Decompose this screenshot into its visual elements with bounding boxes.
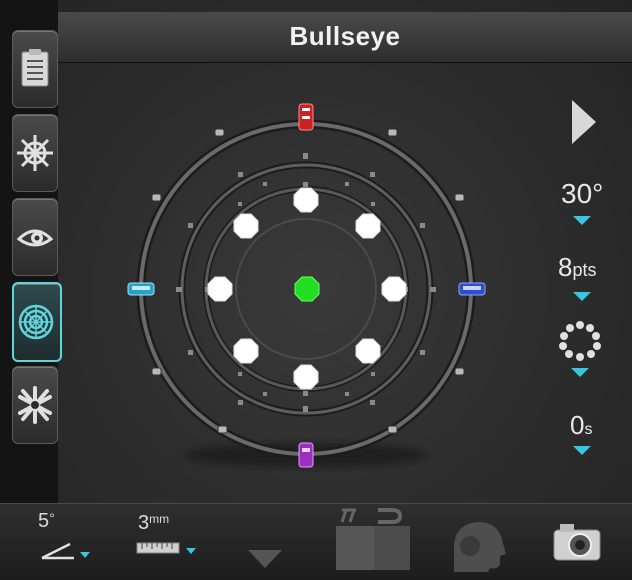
target-point [233,213,259,239]
chevron-down-icon [573,216,591,225]
expand-button[interactable] [246,546,286,572]
ring-tick [238,400,243,405]
delay-unit: s [584,421,593,438]
play-button[interactable] [568,96,600,148]
play-icon [572,100,596,144]
ring-tick [303,406,308,412]
target-point [293,187,319,213]
ring-stud [454,193,465,202]
ring-tick [238,172,243,177]
ring-stud [217,425,228,434]
chevron-down-icon [573,292,591,301]
tilt-unit: ° [49,510,55,526]
target-point [355,213,381,239]
angle-control[interactable]: 30° [558,178,618,234]
delay-value: 0 [570,410,585,440]
ring-tick [370,400,375,405]
magnet-icon [336,508,410,570]
ring-tick [345,182,349,186]
ring-stud [387,425,398,434]
dot-ring-icon [559,321,601,361]
ring-tick [263,392,267,396]
camera-button[interactable] [552,520,604,564]
angle-unit: ° [592,178,604,209]
ring-tick [176,287,182,292]
points-unit: pts [572,260,597,280]
target-point [355,338,381,364]
target-point [233,338,259,364]
points-value: 8 [558,252,573,282]
ring-tick [188,223,193,228]
ring-tick [303,182,308,187]
ring-tick [420,350,425,355]
chevron-down-icon [248,550,282,568]
target-point [293,364,319,390]
ring-tick [420,223,425,228]
ring-tick [238,202,242,206]
delay-control[interactable]: 0s [566,410,616,464]
target-point [381,276,407,302]
chevron-down-icon [571,368,589,377]
size-control[interactable]: 3mm [134,512,204,570]
size-unit: mm [149,512,170,526]
ring-tick [263,182,267,186]
ring-tick [371,372,375,376]
ring-tick [238,372,242,376]
pattern-control[interactable] [558,320,608,382]
ring-tick [303,391,308,396]
camera-icon [553,524,601,561]
bottom-marker [298,442,314,468]
ring-stud [151,193,162,202]
target-point [207,276,233,302]
size-value: 3 [138,512,150,534]
angle-icon [41,542,74,560]
app-frame: Bullseye 30° 8pts 0s 5° 3mm [0,0,632,580]
ring-tick [188,350,193,355]
ring-stud [454,367,465,376]
head-tool-button[interactable] [444,514,512,574]
chevron-down-icon [573,446,591,455]
ring-stud [151,367,162,376]
ring-tick [371,202,375,206]
ring-tick [370,172,375,177]
points-control[interactable]: 8pts [556,250,622,306]
ruler-icon [136,542,180,554]
ring-tick [345,392,349,396]
head-icon [454,522,506,572]
angle-value: 30 [561,178,593,209]
tilt-control[interactable]: 5° [36,510,100,570]
center-point [294,276,320,302]
ring-tick [303,153,308,159]
ring-stud [214,128,225,137]
magnet-tool-button[interactable] [334,506,412,574]
bottom-toolbar: 5° 3mm [0,503,632,580]
bullseye-display [127,103,486,468]
chevron-down-icon [80,552,90,558]
tilt-value: 5 [38,510,50,532]
ring-stud [387,128,398,137]
chevron-down-icon [186,548,196,554]
ring-tick [430,287,436,292]
